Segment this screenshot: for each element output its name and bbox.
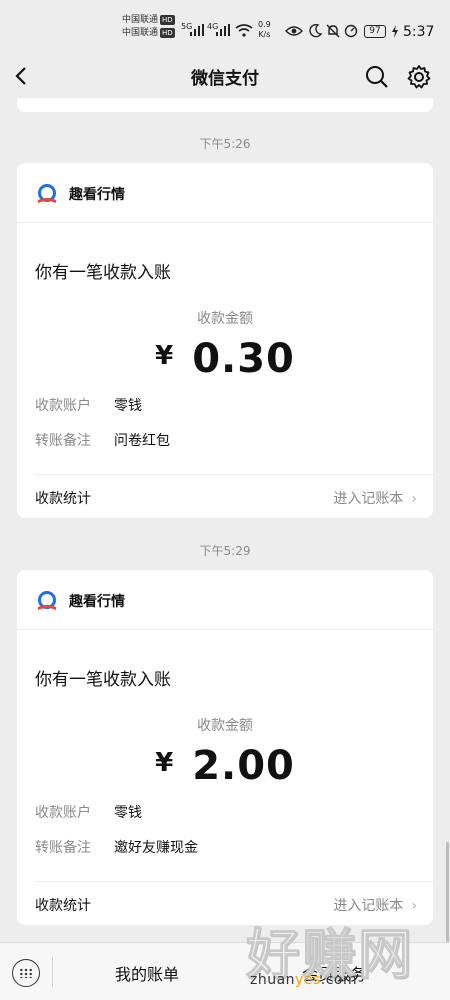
status-bar: 中国联通 HD 中国联通 HD 5G 4G 0.9 K/s 97 5:37: [0, 0, 450, 50]
amount-label: 收款金额: [197, 718, 253, 734]
merchant-name: 趣看行情: [69, 187, 125, 203]
merchant-name: 趣看行情: [69, 594, 125, 610]
card-divider: [35, 474, 433, 475]
currency-symbol: ¥: [155, 748, 175, 778]
account-label: 收款账户: [35, 805, 91, 821]
speed-value: 0.9: [258, 20, 271, 29]
account-label: 收款账户: [35, 398, 91, 414]
payment-card[interactable]: 趣看行情 你有一笔收款入账 收款金额 ¥0.30 收款账户 零钱 转账备注 问卷…: [17, 163, 433, 518]
currency-symbol: ¥: [155, 341, 175, 371]
bottom-menu-bar: 我的账单 会员服务: [0, 942, 450, 1000]
amount-value: ¥0.30: [17, 336, 433, 382]
card-headline: 你有一笔收款入账: [35, 263, 171, 283]
status-time: 5:37: [403, 24, 435, 40]
my-bills-menu[interactable]: 我的账单: [115, 961, 179, 985]
wifi-icon: [235, 24, 253, 37]
ledger-link-label: 进入记账本: [333, 898, 404, 914]
message-time: 下午5:29: [199, 544, 251, 558]
payment-card[interactable]: 趣看行情 你有一笔收款入账 收款金额 ¥2.00 收款账户 零钱 转账备注 邀好…: [17, 570, 433, 925]
menu-separator: [52, 957, 53, 987]
amount-number: 0.30: [192, 336, 295, 382]
amount-label: 收款金额: [197, 311, 253, 327]
net-speed: 0.9 K/s: [258, 20, 271, 40]
merchant-logo-icon: [38, 184, 56, 203]
amount-number: 2.00: [192, 743, 295, 789]
carrier-1: 中国联通: [122, 15, 159, 25]
card-headline: 你有一笔收款入账: [35, 670, 171, 690]
amount-value: ¥2.00: [17, 743, 433, 789]
charging-icon: [392, 25, 398, 38]
ledger-link[interactable]: 进入记账本 ›: [333, 488, 417, 508]
speedometer-icon: [344, 24, 358, 38]
ledger-link[interactable]: 进入记账本 ›: [333, 895, 417, 915]
chevron-right-icon: ›: [411, 898, 417, 914]
previous-card-edge: [17, 98, 433, 112]
card-header: 趣看行情: [17, 570, 433, 630]
signal-icon: [216, 24, 230, 36]
gear-icon[interactable]: [406, 64, 432, 90]
carrier-2: 中国联通: [122, 28, 159, 38]
scroll-indicator[interactable]: [446, 842, 449, 947]
hd-badge: HD: [160, 14, 175, 25]
chevron-right-icon: ›: [411, 491, 417, 507]
member-service-menu[interactable]: 会员服务: [302, 961, 366, 985]
stats-label: 收款统计: [35, 898, 91, 914]
hd-badge: HD: [160, 27, 175, 38]
card-divider: [35, 881, 433, 882]
note-label: 转账备注: [35, 840, 91, 856]
search-icon[interactable]: [364, 64, 390, 90]
account-value: 零钱: [114, 805, 142, 821]
message-time: 下午5:26: [199, 137, 251, 151]
note-label: 转账备注: [35, 433, 91, 449]
ledger-link-label: 进入记账本: [333, 491, 404, 507]
keyboard-dots: [19, 968, 33, 978]
battery-indicator: 97: [364, 25, 386, 38]
signal-icon: [190, 24, 204, 36]
eye-icon: [285, 26, 303, 36]
card-header: 趣看行情: [17, 163, 433, 223]
speed-unit: K/s: [258, 30, 271, 39]
moon-icon: [309, 24, 322, 38]
note-value: 问卷红包: [114, 433, 170, 449]
mute-bell-icon: [326, 24, 340, 38]
merchant-logo-icon: [38, 591, 56, 610]
nav-bar: 微信支付: [0, 50, 450, 104]
keyboard-icon[interactable]: [12, 959, 40, 987]
carrier-info: 中国联通 HD 中国联通 HD: [122, 14, 175, 40]
note-value: 邀好友赚现金: [114, 840, 198, 856]
account-value: 零钱: [114, 398, 142, 414]
stats-label: 收款统计: [35, 491, 91, 507]
